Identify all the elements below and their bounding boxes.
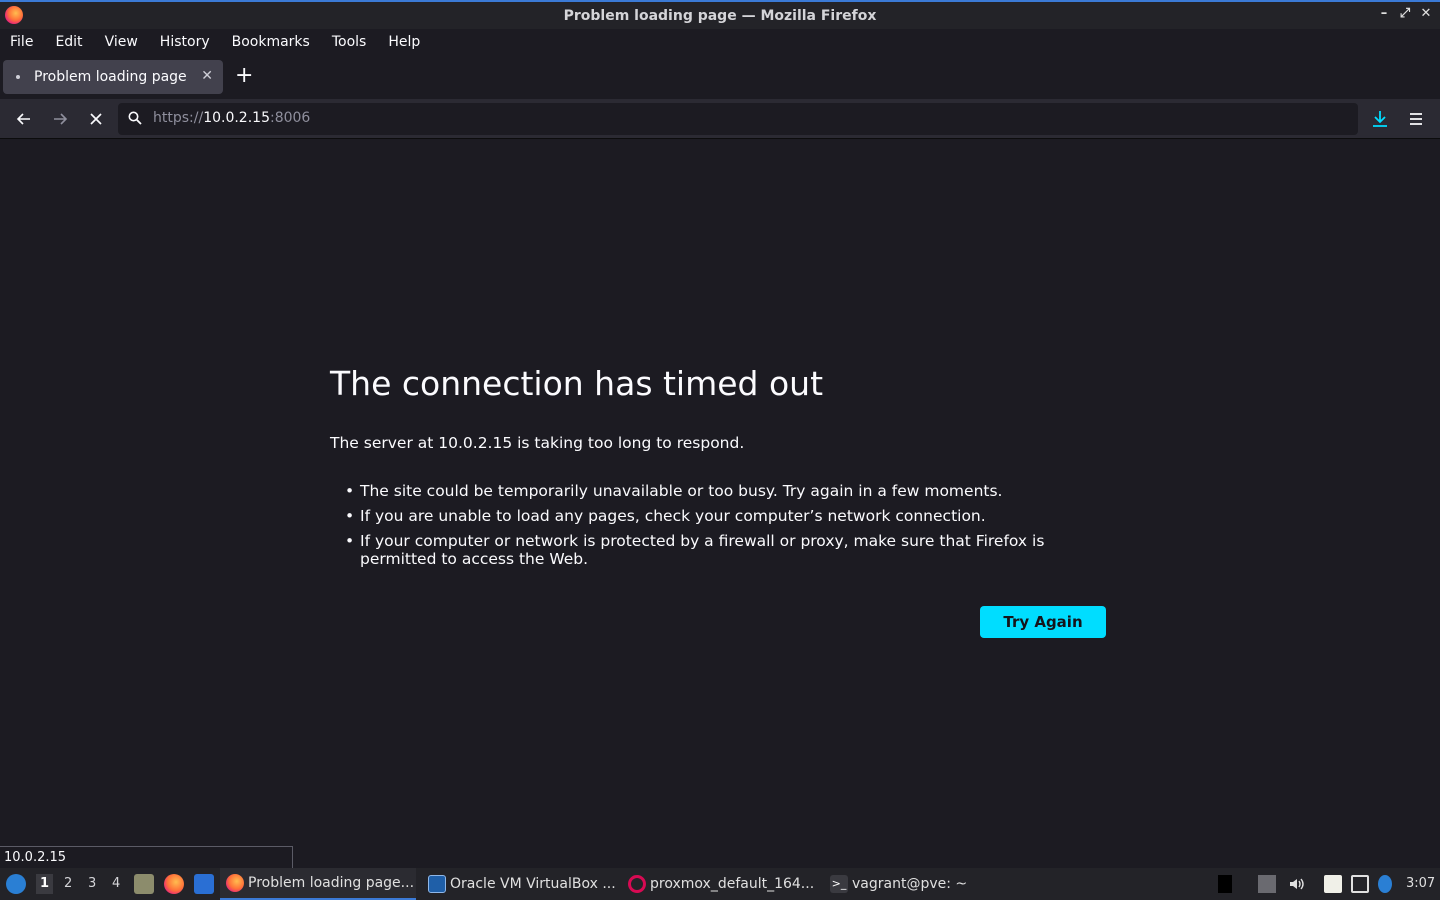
error-suggestions: The site could be temporarily unavailabl… — [345, 482, 1115, 575]
page-content: The connection has timed out The server … — [0, 140, 1440, 868]
close-window-icon[interactable]: ✕ — [1420, 6, 1432, 21]
firefox-launcher-icon[interactable] — [164, 874, 184, 894]
url-text: https://10.0.2.15:8006 — [153, 110, 311, 126]
tab-bar: Problem loading page ✕ + — [0, 55, 1440, 99]
notification-icon[interactable] — [1378, 875, 1392, 893]
forward-arrow-icon — [54, 113, 68, 125]
stop-button[interactable] — [85, 108, 107, 130]
maximize-icon[interactable]: ⤢ — [1399, 6, 1411, 21]
menu-file[interactable]: File — [10, 34, 33, 50]
task-proxmox[interactable]: proxmox_default_164... — [626, 868, 822, 900]
desktop-icon[interactable] — [194, 874, 214, 894]
downloads-icon[interactable] — [1368, 107, 1392, 131]
clipboard-icon[interactable] — [1324, 875, 1342, 893]
window-title: Problem loading page — Mozilla Firefox — [563, 7, 877, 24]
menu-edit[interactable]: Edit — [55, 34, 82, 50]
minimize-icon[interactable]: – — [1378, 6, 1390, 21]
stop-x-icon — [90, 113, 102, 125]
status-panel: 10.0.2.15 — [0, 846, 293, 868]
tab-loading-icon — [16, 75, 20, 79]
suggestion-item: If you are unable to load any pages, che… — [345, 507, 1115, 525]
tab-close-icon[interactable]: ✕ — [201, 68, 213, 84]
task-terminal[interactable]: >_ vagrant@pve: ~ — [828, 868, 1024, 900]
menu-help[interactable]: Help — [388, 34, 420, 50]
suggestion-item: The site could be temporarily unavailabl… — [345, 482, 1115, 500]
new-tab-button[interactable]: + — [235, 65, 253, 87]
try-again-button[interactable]: Try Again — [980, 606, 1106, 638]
firefox-logo-icon — [5, 6, 23, 24]
start-menu-icon[interactable] — [6, 874, 26, 894]
menu-tools[interactable]: Tools — [332, 34, 367, 50]
clock: 3:07 — [1406, 876, 1436, 891]
window-controls: – ⤢ ✕ — [1378, 6, 1432, 21]
url-bar[interactable]: https://10.0.2.15:8006 — [118, 103, 1358, 135]
tray-updates-icon[interactable] — [1258, 875, 1276, 893]
file-manager-icon[interactable] — [134, 874, 154, 894]
terminal-icon: >_ — [830, 875, 848, 893]
back-button[interactable] — [13, 108, 35, 130]
forward-button[interactable] — [49, 108, 71, 130]
firefox-icon — [226, 874, 244, 892]
task-firefox[interactable]: Problem loading page... — [220, 868, 416, 900]
hamburger-menu-icon[interactable] — [1405, 108, 1427, 130]
task-virtualbox[interactable]: Oracle VM VirtualBox ... — [426, 868, 622, 900]
tab-label: Problem loading page — [34, 69, 187, 85]
virtualbox-icon — [428, 875, 446, 893]
menu-view[interactable]: View — [105, 34, 138, 50]
navigation-toolbar: https://10.0.2.15:8006 — [0, 99, 1440, 139]
workspace-4[interactable]: 4 — [112, 876, 120, 891]
back-arrow-icon — [16, 113, 30, 125]
debian-icon — [628, 875, 646, 893]
suggestion-item: If your computer or network is protected… — [345, 532, 1115, 568]
tab-problem-loading[interactable]: Problem loading page ✕ — [3, 60, 223, 94]
menu-history[interactable]: History — [160, 34, 210, 50]
workspace-1[interactable]: 1 — [36, 874, 54, 894]
window-titlebar: Problem loading page — Mozilla Firefox –… — [0, 0, 1440, 29]
workspace-3[interactable]: 3 — [88, 876, 96, 891]
workspace-2[interactable]: 2 — [64, 876, 72, 891]
menu-bar: File Edit View History Bookmarks Tools H… — [0, 29, 1440, 55]
error-title: The connection has timed out — [330, 364, 824, 403]
error-description: The server at 10.0.2.15 is taking too lo… — [330, 434, 745, 452]
tray-black-icon — [1218, 875, 1232, 893]
network-icon[interactable] — [1351, 875, 1369, 893]
volume-icon[interactable] — [1287, 875, 1305, 893]
search-icon — [128, 111, 142, 125]
taskbar: 1 2 3 4 Problem loading page... Oracle V… — [0, 868, 1440, 900]
menu-bookmarks[interactable]: Bookmarks — [232, 34, 310, 50]
